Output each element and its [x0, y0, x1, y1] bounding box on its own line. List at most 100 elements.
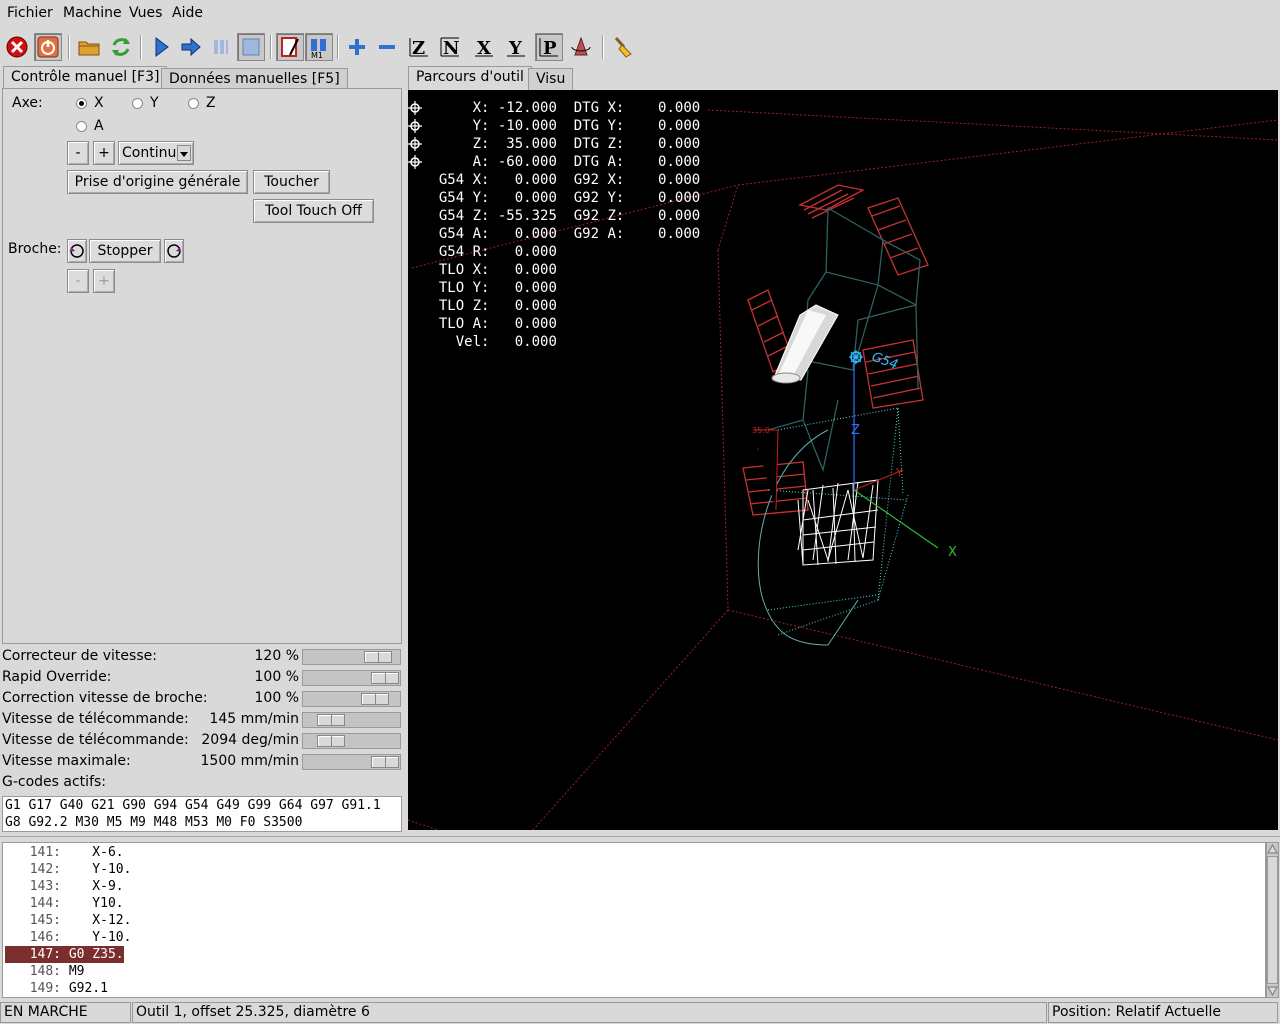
dro-dtg-value: 0.000: [624, 172, 701, 188]
gcode-line[interactable]: 145: X-12.: [5, 912, 132, 929]
tab-donnees-manuelles[interactable]: Données manuelles [F5]: [161, 68, 348, 90]
pane-splitter[interactable]: [0, 836, 1280, 841]
clear-plot-icon[interactable]: [609, 33, 637, 61]
dro-value: 0.000: [489, 244, 557, 260]
spindle-ccw-icon[interactable]: [67, 239, 87, 263]
dro-sep: [557, 190, 574, 206]
spindle-plus-button[interactable]: +: [93, 269, 115, 293]
max-velocity-thumb[interactable]: [371, 756, 399, 768]
view-z2-icon[interactable]: N: [436, 33, 464, 61]
view-p-icon[interactable]: P: [535, 33, 563, 61]
gcode-line[interactable]: 149: G92.1: [5, 980, 108, 997]
scroll-up-icon[interactable]: [1267, 843, 1278, 855]
dro-row: TLO Y: 0.000: [408, 279, 700, 297]
jog-plus-button[interactable]: +: [93, 141, 115, 165]
block-delete-icon[interactable]: [276, 33, 304, 61]
gcode-line-number: 145:: [29, 913, 61, 928]
axis-z-label[interactable]: Z: [206, 95, 216, 111]
scroll-down-icon[interactable]: [1267, 985, 1278, 997]
jog-minus-button[interactable]: -: [67, 141, 89, 165]
axis-z-radio[interactable]: [188, 98, 199, 109]
view-z-icon[interactable]: Z: [405, 33, 433, 61]
gcode-line[interactable]: 144: Y10.: [5, 895, 124, 912]
dro-value: -10.000: [489, 118, 557, 134]
dro-value: 0.000: [489, 262, 557, 278]
gcode-line-number: 143:: [29, 879, 61, 894]
preview-axes: [753, 355, 939, 549]
menu-machine[interactable]: Machine: [63, 5, 122, 21]
tab-controle-manuel[interactable]: Contrôle manuel [F3]: [3, 66, 168, 90]
rapid-override-thumb[interactable]: [371, 672, 399, 684]
jog-increment-value: Continu: [122, 145, 177, 161]
gcode-line[interactable]: 142: Y-10.: [5, 861, 132, 878]
dro-sep: [557, 280, 574, 296]
stop-icon[interactable]: [237, 33, 265, 61]
menu-fichier[interactable]: Fichier: [7, 5, 53, 21]
tab-parcours-outil[interactable]: Parcours d'outil: [408, 66, 532, 90]
open-file-icon[interactable]: [75, 33, 103, 61]
menu-vues[interactable]: Vues: [129, 5, 162, 21]
view-y-icon[interactable]: Y: [502, 33, 530, 61]
jog-speed-thumb[interactable]: [317, 714, 345, 726]
rapid-override-slider[interactable]: [302, 670, 401, 686]
dro-dtg-value: 0.000: [624, 100, 701, 116]
zoom-in-icon[interactable]: [343, 33, 371, 61]
reload-icon[interactable]: [107, 33, 135, 61]
home-all-button[interactable]: Prise d'origine générale: [67, 170, 248, 194]
tab-visu[interactable]: Visu: [528, 68, 574, 90]
feed-override-thumb[interactable]: [364, 651, 392, 663]
dro-label: G54 A:: [422, 226, 490, 242]
dro-sep: [557, 118, 574, 134]
max-velocity-label: Vitesse maximale:: [2, 753, 131, 769]
toolpath-preview[interactable]: X Y Z 35.0 G54 X: -12.000 DTG X: 0.000 Y…: [408, 90, 1278, 830]
axis-y-label[interactable]: Y: [150, 95, 159, 111]
dro-value: -60.000: [489, 154, 557, 170]
gcode-scrollbar[interactable]: [1266, 842, 1279, 998]
gcode-line-current[interactable]: 147: G0 Z35.: [5, 946, 124, 963]
dro-label: A:: [422, 154, 490, 170]
pause-icon[interactable]: [207, 33, 235, 61]
feed-override-slider[interactable]: [302, 649, 401, 665]
dro-dtg-label: DTG X:: [573, 100, 625, 116]
axis-x-radio[interactable]: [76, 98, 87, 109]
active-gcodes-box[interactable]: G1 G17 G40 G21 G90 G94 G54 G49 G99 G64 G…: [2, 796, 402, 832]
rotate-icon[interactable]: [567, 33, 595, 61]
spindle-cw-icon[interactable]: [164, 239, 184, 263]
menu-aide[interactable]: Aide: [172, 5, 203, 21]
dro-dtg-label: G92 Z:: [573, 208, 625, 224]
scroll-thumb[interactable]: [1267, 856, 1278, 984]
tool-icon: [771, 304, 839, 384]
dro-sep: [557, 172, 574, 188]
axis-a-radio[interactable]: [76, 121, 87, 132]
run-icon[interactable]: [147, 33, 175, 61]
spindle-override-thumb[interactable]: [361, 693, 389, 705]
spindle-override-slider[interactable]: [302, 691, 401, 707]
dro-spacer: [408, 299, 422, 313]
jog-speed-slider[interactable]: [302, 712, 401, 728]
jog-increment-select[interactable]: Continu: [118, 141, 194, 165]
gcode-line[interactable]: 141: X-6.: [5, 844, 124, 861]
power-icon[interactable]: [34, 33, 62, 61]
gcode-line[interactable]: 148: M9: [5, 963, 85, 980]
step-icon[interactable]: [177, 33, 205, 61]
gcode-line[interactable]: 146: Y-10.: [5, 929, 132, 946]
dro-sep: [557, 100, 574, 116]
angular-jog-speed-thumb[interactable]: [317, 735, 345, 747]
touch-off-button[interactable]: Toucher: [253, 170, 330, 194]
dro-spacer: [408, 173, 422, 187]
gcode-line-number: 144:: [29, 896, 61, 911]
gcode-line[interactable]: 143: X-9.: [5, 878, 124, 895]
gcode-listing[interactable]: 141: X-6. 142: Y-10. 143: X-9. 144: Y10. 145…: [2, 842, 1266, 998]
spindle-stop-button[interactable]: Stopper: [89, 239, 161, 263]
zoom-out-icon[interactable]: [373, 33, 401, 61]
axis-y-radio[interactable]: [132, 98, 143, 109]
estop-icon[interactable]: [3, 33, 31, 61]
optional-stop-icon[interactable]: M1: [305, 33, 333, 61]
axis-x-label[interactable]: X: [94, 95, 104, 111]
axis-a-label[interactable]: A: [94, 118, 104, 134]
angular-jog-speed-slider[interactable]: [302, 733, 401, 749]
spindle-minus-button[interactable]: -: [67, 269, 89, 293]
max-velocity-slider[interactable]: [302, 754, 401, 770]
tool-touch-off-button[interactable]: Tool Touch Off: [253, 199, 374, 223]
view-x-icon[interactable]: X: [470, 33, 498, 61]
